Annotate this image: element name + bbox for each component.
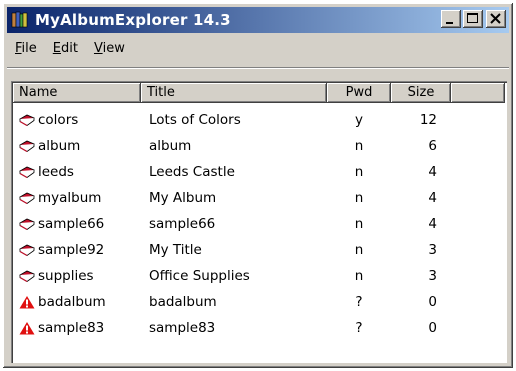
- list-item[interactable]: myalbum My Album n 4: [13, 185, 451, 211]
- cell-pwd: n: [354, 268, 364, 284]
- close-button[interactable]: [486, 10, 506, 28]
- column-header-size[interactable]: Size: [391, 83, 451, 103]
- window-title: MyAlbumExplorer 14.3: [35, 11, 231, 29]
- list-item[interactable]: sample92 My Title n 3: [13, 237, 451, 263]
- list-item[interactable]: badalbum badalbum? 0: [13, 289, 451, 315]
- cell-size: 6: [428, 138, 437, 154]
- cell-size: 4: [428, 190, 437, 206]
- menu-separator: [7, 67, 509, 69]
- close-icon: [490, 13, 501, 24]
- cell-title: album: [149, 138, 192, 154]
- cell-name-text: sample66: [38, 216, 105, 232]
- list-item[interactable]: supplies Office Supplies n 3: [13, 263, 451, 289]
- app-icon: [11, 11, 29, 29]
- list-item[interactable]: colors Lots of Colors y 12: [13, 107, 451, 133]
- cell-title: My Title: [149, 242, 202, 258]
- list-item[interactable]: sample66 sample66 n 4: [13, 211, 451, 237]
- maximize-button[interactable]: [463, 10, 483, 28]
- cell-name-text: sample92: [38, 242, 105, 258]
- column-header-pwd[interactable]: Pwd: [327, 83, 391, 103]
- menu-view[interactable]: View: [86, 41, 133, 56]
- menu-edit[interactable]: Edit: [45, 41, 86, 56]
- cell-name: myalbum: [13, 190, 141, 206]
- book-icon: [19, 192, 35, 205]
- book-icon: [19, 218, 35, 231]
- menu-view-accel: V: [93, 40, 103, 56]
- album-list[interactable]: Name Title Pwd Size colors Lots of Colors…: [11, 81, 507, 363]
- list-header: Name Title Pwd Size: [13, 83, 505, 103]
- cell-name-text: leeds: [38, 164, 74, 180]
- warning-icon: [19, 296, 35, 309]
- cell-pwd: n: [354, 164, 364, 180]
- menu-file[interactable]: File: [7, 41, 45, 56]
- cell-title: sample66: [149, 216, 216, 232]
- cell-name: badalbum: [13, 294, 141, 310]
- cell-pwd: y: [355, 112, 363, 128]
- cell-size: 3: [428, 242, 437, 258]
- column-header-name[interactable]: Name: [13, 83, 141, 103]
- book-icon: [19, 140, 35, 153]
- list-item[interactable]: album album n 6: [13, 133, 451, 159]
- cell-pwd: n: [354, 138, 364, 154]
- cell-name: sample92: [13, 242, 141, 258]
- column-header-title[interactable]: Title: [141, 83, 327, 103]
- cell-pwd: n: [354, 242, 364, 258]
- cell-name-text: album: [38, 138, 81, 154]
- cell-name-text: badalbum: [38, 294, 106, 310]
- menu-view-label: iew: [102, 40, 125, 56]
- cell-size: 12: [419, 112, 437, 128]
- window-controls: [441, 10, 506, 28]
- book-icon: [19, 270, 35, 283]
- cell-name: leeds: [13, 164, 141, 180]
- cell-name-text: colors: [38, 112, 79, 128]
- menu-edit-label: dit: [61, 40, 78, 56]
- cell-title: Office Supplies: [149, 268, 250, 284]
- book-icon: [19, 244, 35, 257]
- cell-size: 4: [428, 164, 437, 180]
- maximize-icon: [467, 13, 478, 23]
- cell-title: Lots of Colors: [149, 112, 241, 128]
- cell-name: colors: [13, 112, 141, 128]
- book-icon: [19, 166, 35, 179]
- cell-name: sample66: [13, 216, 141, 232]
- book-icon: [19, 114, 35, 127]
- title-bar[interactable]: MyAlbumExplorer 14.3: [7, 7, 509, 33]
- menu-file-label: ile: [21, 40, 37, 56]
- warning-icon: [19, 322, 35, 335]
- cell-pwd: ?: [355, 294, 363, 310]
- minimize-button[interactable]: [441, 10, 461, 28]
- cell-name: supplies: [13, 268, 141, 284]
- cell-size: 4: [428, 216, 437, 232]
- list-rows: colors Lots of Colors y 12 album album n 6 leeds…: [13, 107, 451, 341]
- cell-pwd: n: [354, 216, 364, 232]
- cell-pwd: ?: [355, 320, 363, 336]
- cell-title: My Album: [149, 190, 217, 206]
- cell-title: sample83: [149, 320, 216, 336]
- cell-title: Leeds Castle: [149, 164, 235, 180]
- app-window: MyAlbumExplorer 14.3 File Edit View Name…: [3, 3, 513, 368]
- cell-pwd: n: [354, 190, 364, 206]
- cell-size: 3: [428, 268, 437, 284]
- menu-bar: File Edit View: [7, 36, 133, 60]
- list-item[interactable]: leeds Leeds Castle n 4: [13, 159, 451, 185]
- column-header-filler: [451, 83, 505, 103]
- cell-name: album: [13, 138, 141, 154]
- minimize-icon: [446, 22, 453, 24]
- list-item[interactable]: sample83 sample83? 0: [13, 315, 451, 341]
- cell-name-text: sample83: [38, 320, 105, 336]
- cell-name-text: myalbum: [38, 190, 102, 206]
- cell-size: 0: [428, 320, 437, 336]
- menu-edit-accel: E: [52, 40, 61, 56]
- cell-title: badalbum: [149, 294, 217, 310]
- cell-size: 0: [428, 294, 437, 310]
- cell-name: sample83: [13, 320, 141, 336]
- cell-name-text: supplies: [38, 268, 94, 284]
